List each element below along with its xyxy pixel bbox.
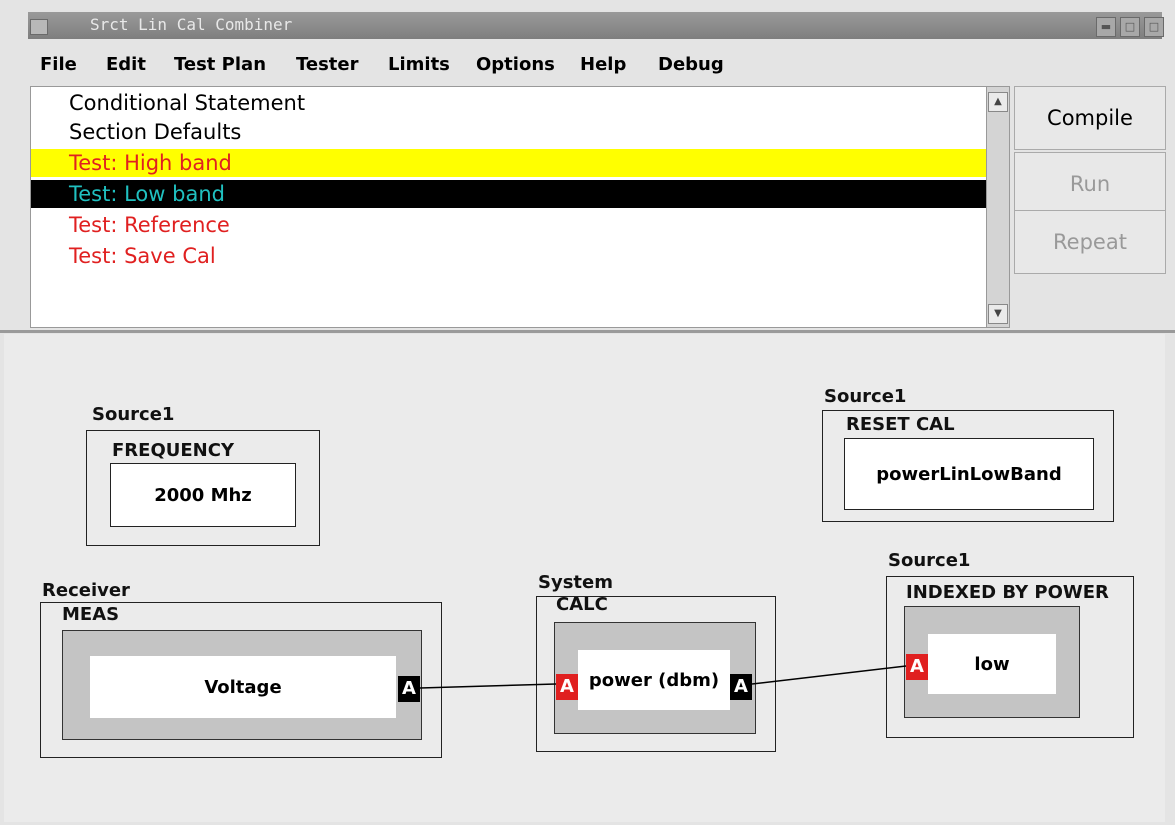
wire-calc-indexed [751, 665, 907, 685]
connection-wires [419, 665, 907, 689]
app-window: Srct Lin Cal Combiner ▬ □ □ File Edit Te… [0, 0, 1175, 825]
wire-meas-calc [419, 683, 557, 689]
